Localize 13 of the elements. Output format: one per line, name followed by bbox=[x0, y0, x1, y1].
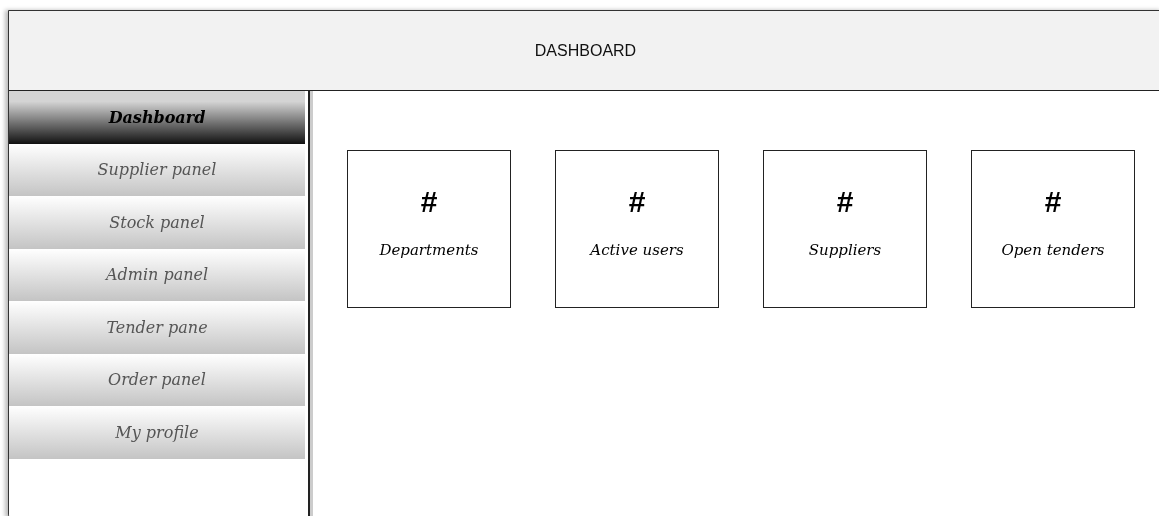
sidebar-item[interactable]: My profile bbox=[9, 406, 305, 459]
sidebar-item[interactable]: Dashboard bbox=[9, 91, 305, 144]
page-title: DASHBOARD bbox=[534, 41, 637, 60]
stat-value: # bbox=[420, 185, 438, 219]
stat-label: Suppliers bbox=[808, 241, 882, 259]
stat-label: Departments bbox=[379, 241, 479, 259]
stat-label: Open tenders bbox=[1001, 241, 1105, 259]
stat-value: # bbox=[836, 185, 854, 219]
sidebar-item[interactable]: Stock panel bbox=[9, 196, 305, 249]
stat-value: # bbox=[628, 185, 646, 219]
stat-label: Active users bbox=[590, 241, 684, 259]
sidebar-item[interactable]: Tender pane bbox=[9, 301, 305, 354]
stat-value: # bbox=[1044, 185, 1062, 219]
